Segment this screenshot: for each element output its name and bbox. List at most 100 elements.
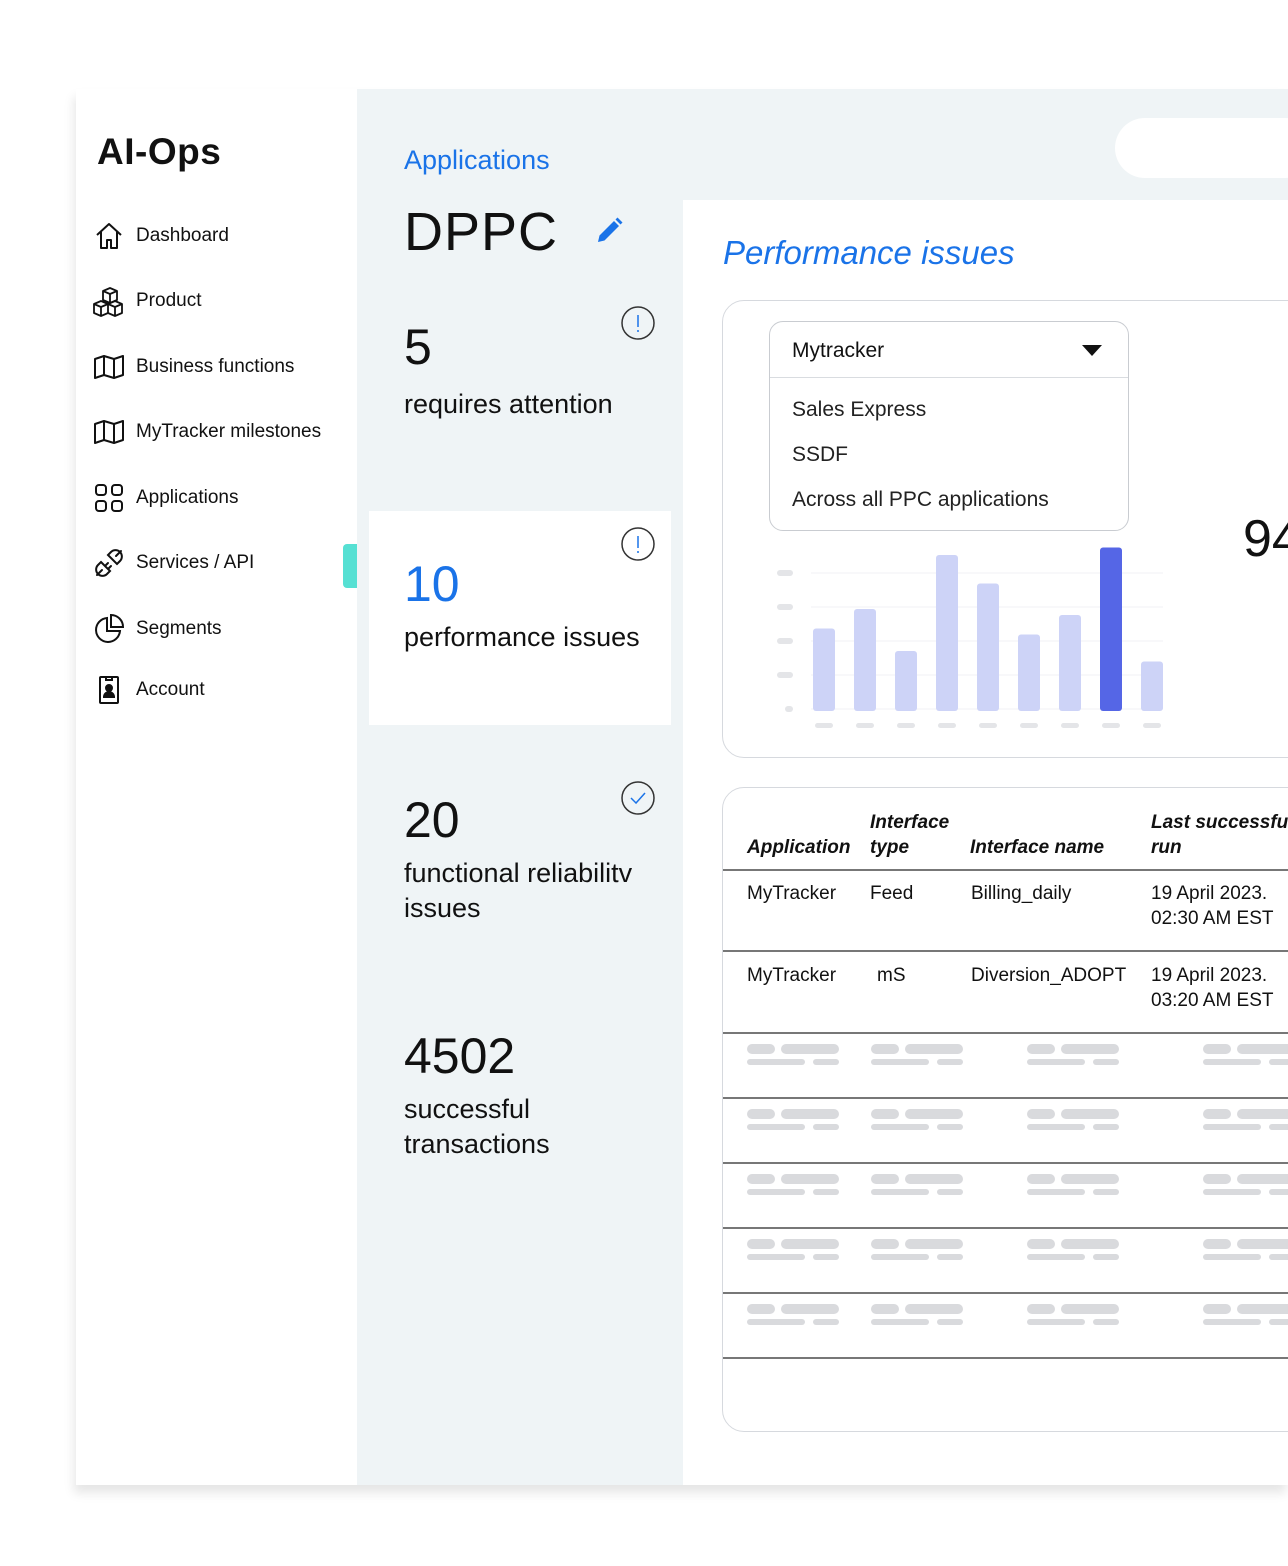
stat-label: functional reliabilitv issues: [404, 858, 633, 923]
skeleton-line: [1203, 1254, 1261, 1260]
dropdown-selected[interactable]: Mytracker: [770, 322, 1128, 378]
skeleton-line: [1027, 1319, 1085, 1325]
skeleton-line: [1203, 1124, 1261, 1130]
stat-card-reliability[interactable]: 20 functional reliabilitv issues: [369, 765, 671, 965]
skeleton-block: [871, 1174, 899, 1184]
skeleton-line: [1093, 1319, 1119, 1325]
skeleton-line: [871, 1254, 929, 1260]
skeleton-block: [1061, 1304, 1119, 1314]
divider: [723, 1032, 1288, 1034]
skeleton-block: [781, 1304, 839, 1314]
chart-bar[interactable]: [977, 583, 999, 712]
skeleton-line: [1027, 1254, 1085, 1260]
skeleton-block: [871, 1109, 899, 1119]
sidebar-item-account[interactable]: Account: [92, 672, 205, 708]
y-tick-placeholder: [777, 672, 793, 678]
performance-bar-chart: [777, 547, 1163, 728]
chart-bar[interactable]: [813, 628, 835, 712]
skeleton-block: [1237, 1174, 1288, 1184]
column-header-interface-name: Interface name: [970, 837, 1105, 858]
search-input[interactable]: [1115, 118, 1288, 178]
performance-panel: Performance issues Mytracker Sales Expre…: [683, 200, 1288, 1485]
divider: [723, 869, 1288, 871]
x-tick-placeholder: [856, 723, 874, 728]
skeleton-block: [905, 1044, 963, 1054]
stat-label: successful transactions: [404, 1094, 550, 1159]
dropdown-option[interactable]: SSDF: [792, 443, 848, 467]
skeleton-line: [1027, 1189, 1085, 1195]
skeleton-block: [1203, 1109, 1231, 1119]
divider: [723, 950, 1288, 952]
page-title: DPPC: [404, 202, 559, 262]
skeleton-line: [813, 1124, 839, 1130]
chart-bar[interactable]: [936, 555, 958, 711]
stat-value: 20: [404, 792, 460, 848]
skeleton-line: [1203, 1059, 1261, 1065]
divider: [723, 1162, 1288, 1164]
sidebar-item-label: Segments: [136, 618, 222, 639]
skeleton-line: [1093, 1189, 1119, 1195]
skeleton-line: [1269, 1254, 1288, 1260]
sidebar-item-dashboard[interactable]: Dashboard: [92, 218, 229, 254]
x-tick-placeholder: [1020, 723, 1038, 728]
sidebar-item-applications[interactable]: Applications: [92, 480, 238, 516]
sidebar-item-services-api[interactable]: Services / API: [92, 545, 254, 581]
skeleton-line: [937, 1189, 963, 1195]
chart-bar[interactable]: [1018, 634, 1040, 712]
y-tick-placeholder: [785, 706, 793, 712]
skeleton-block: [1061, 1044, 1119, 1054]
sidebar: AI-Ops Dashboard Product Business functi…: [76, 89, 357, 1485]
stat-card-attention[interactable]: 5 requires attention: [369, 294, 671, 494]
stat-value: 4502: [404, 1028, 516, 1084]
sidebar-item-business-functions[interactable]: Business functions: [92, 349, 294, 385]
stat-card-performance[interactable]: 10 performance issues: [369, 511, 671, 725]
y-tick-placeholder: [777, 570, 793, 576]
cell-last-run: 19 April 2023. 03:20 AM EST: [1151, 965, 1274, 1011]
skeleton-line: [813, 1059, 839, 1065]
skeleton-block: [1203, 1239, 1231, 1249]
skeleton-block: [781, 1239, 839, 1249]
skeleton-block: [1237, 1044, 1288, 1054]
breadcrumb[interactable]: Applications: [404, 145, 550, 176]
skeleton-line: [813, 1319, 839, 1325]
skeleton-block: [871, 1044, 899, 1054]
skeleton-line: [747, 1254, 805, 1260]
skeleton-block: [1061, 1109, 1119, 1119]
chart-bar[interactable]: [1141, 661, 1163, 712]
skeleton-line: [1269, 1189, 1288, 1195]
y-tick-placeholder: [777, 604, 793, 610]
chart-bar[interactable]: [895, 651, 917, 711]
sidebar-item-label: Account: [136, 679, 205, 700]
dropdown-option[interactable]: Across all PPC applications: [792, 488, 1049, 512]
skeleton-block: [871, 1304, 899, 1314]
skeleton-block: [905, 1304, 963, 1314]
chart-bar[interactable]: [1059, 615, 1081, 711]
skeleton-block: [1027, 1304, 1055, 1314]
skeleton-block: [781, 1174, 839, 1184]
chart-bar[interactable]: [1100, 547, 1122, 712]
skeleton-line: [1093, 1059, 1119, 1065]
edit-icon[interactable]: [593, 215, 625, 247]
divider: [723, 1357, 1288, 1359]
dropdown-option[interactable]: Sales Express: [792, 398, 926, 422]
chevron-down-icon: [1082, 345, 1102, 356]
stat-card-transactions[interactable]: 4502 successful transactions: [369, 1003, 671, 1203]
sidebar-item-segments[interactable]: Segments: [92, 611, 222, 647]
skeleton-line: [1269, 1124, 1288, 1130]
detail-area: Performance issues Mytracker Sales Expre…: [683, 89, 1288, 1485]
cell-interface-type: mS: [877, 965, 906, 986]
skeleton-block: [905, 1239, 963, 1249]
y-tick-placeholder: [777, 638, 793, 644]
sidebar-item-mytracker-milestones[interactable]: MyTracker milestones: [92, 414, 321, 450]
chart-bar[interactable]: [854, 609, 876, 711]
sidebar-item-label: Dashboard: [136, 225, 229, 246]
sidebar-item-label: Business functions: [136, 356, 295, 377]
sidebar-item-label: Applications: [136, 487, 239, 508]
skeleton-block: [1203, 1304, 1231, 1314]
sidebar-item-label: Services / API: [136, 552, 255, 573]
column-header-interface-type: Interface type: [870, 812, 950, 858]
sidebar-item-product[interactable]: Product: [92, 283, 201, 319]
skeleton-line: [747, 1059, 805, 1065]
sidebar-item-label: MyTracker milestones: [136, 421, 322, 442]
application-dropdown[interactable]: Mytracker Sales Express SSDF Across all …: [769, 321, 1129, 531]
